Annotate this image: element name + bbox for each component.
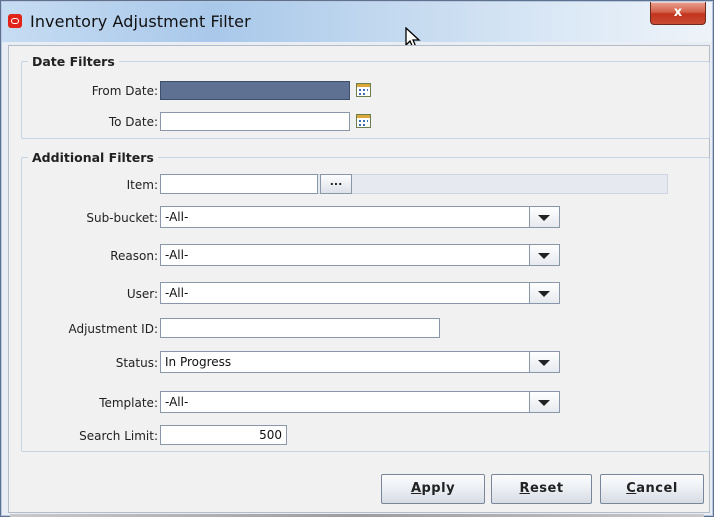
search-limit-field[interactable]: 500 (160, 425, 287, 445)
cancel-label: ancel (636, 481, 678, 496)
ellipsis-icon: ... (329, 175, 343, 188)
template-select[interactable]: -All- (160, 391, 560, 413)
title-bar[interactable]: Inventory Adjustment Filter x (2, 2, 712, 49)
status-value: In Progress (165, 355, 232, 369)
reset-label: eset (529, 481, 564, 496)
user-label: User: (126, 287, 158, 301)
from-date-field[interactable] (160, 81, 350, 100)
dropdown-arrow-icon[interactable] (529, 245, 559, 265)
status-select[interactable]: In Progress (160, 351, 560, 373)
additional-filters-legend: Additional Filters (32, 150, 154, 165)
adjustment-id-field[interactable] (160, 318, 440, 338)
sub-bucket-select[interactable]: -All- (160, 206, 560, 228)
dropdown-arrow-icon[interactable] (529, 207, 559, 227)
item-lookup-button[interactable]: ... (320, 174, 352, 194)
reset-mnemonic: R (519, 481, 530, 496)
reason-label: Reason: (110, 249, 158, 263)
template-label: Template: (99, 396, 158, 410)
dropdown-arrow-icon[interactable] (529, 283, 559, 303)
cancel-button[interactable]: Cancel (600, 474, 704, 504)
to-date-label: To Date: (108, 115, 158, 129)
date-filters-legend: Date Filters (32, 54, 115, 69)
apply-label: pply (421, 481, 456, 496)
item-field[interactable] (160, 174, 318, 194)
user-value: -All- (165, 286, 189, 300)
close-button[interactable]: x (650, 2, 706, 25)
reset-button[interactable]: Reset (491, 474, 592, 504)
adjustment-id-label: Adjustment ID: (68, 322, 158, 336)
to-date-calendar-icon[interactable] (356, 114, 371, 128)
dropdown-arrow-icon[interactable] (529, 392, 559, 412)
close-icon: x (673, 5, 683, 20)
cancel-mnemonic: C (626, 481, 637, 496)
apply-button[interactable]: Apply (381, 474, 485, 504)
reason-value: -All- (165, 248, 189, 262)
from-date-calendar-icon[interactable] (356, 83, 371, 97)
dropdown-arrow-icon[interactable] (529, 352, 559, 372)
template-value: -All- (165, 395, 189, 409)
to-date-field[interactable] (160, 112, 350, 131)
sub-bucket-label: Sub-bucket: (86, 211, 158, 225)
from-date-label: From Date: (91, 84, 158, 98)
reason-select[interactable]: -All- (160, 244, 560, 266)
item-label: Item: (126, 178, 158, 192)
apply-mnemonic: A (410, 481, 422, 496)
status-label: Status: (115, 356, 158, 370)
user-select[interactable]: -All- (160, 282, 560, 304)
sub-bucket-value: -All- (165, 210, 189, 224)
window-title: Inventory Adjustment Filter (30, 12, 251, 31)
oracle-app-icon (8, 14, 22, 28)
search-limit-label: Search Limit: (79, 429, 158, 443)
